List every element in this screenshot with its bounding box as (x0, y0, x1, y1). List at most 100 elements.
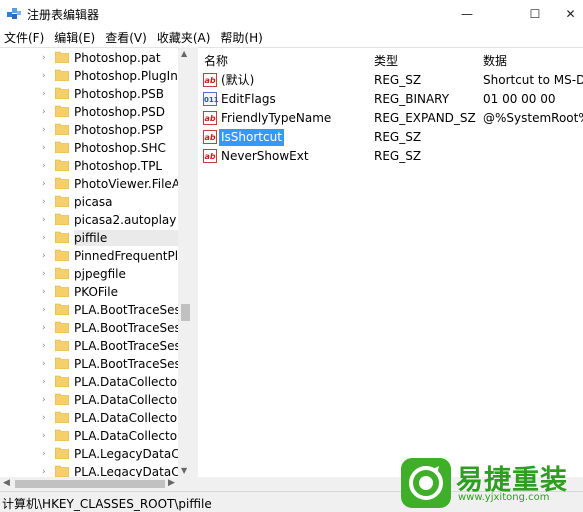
tree-item[interactable]: › piffile (0, 229, 178, 247)
value-row[interactable]: ab (默认) REG_SZ Shortcut to MS-DO (198, 71, 583, 90)
expand-chevron-icon[interactable]: › (42, 123, 52, 137)
tree-item[interactable]: › PLA.DataCollectorSe (0, 427, 178, 445)
tree-item-label: PLA.BootTraceSessi (74, 357, 178, 371)
menu-edit[interactable]: 编辑(E) (50, 29, 101, 46)
minimize-button[interactable]: — (444, 0, 490, 28)
registry-key-tree[interactable]: › Photoshop.pat › Photoshop.PlugIn › Photosho… (0, 47, 193, 477)
folder-icon (55, 141, 69, 153)
tree-item-label: Photoshop.pat (74, 51, 161, 65)
expand-chevron-icon[interactable]: › (42, 303, 52, 317)
tree-item-label: PLA.DataCollectorSe (74, 411, 178, 425)
tree-item[interactable]: › PLA.DataCollectorSe (0, 409, 178, 427)
scroll-down-icon[interactable]: ▼ (181, 466, 187, 475)
folder-icon (55, 267, 69, 279)
value-row[interactable]: 011 EditFlags REG_BINARY 01 00 00 00 (198, 90, 583, 109)
tree-item[interactable]: › PLA.BootTraceSessi (0, 301, 178, 319)
folder-icon (55, 285, 69, 297)
tree-item[interactable]: › PLA.LegacyDataColl (0, 445, 178, 463)
tree-item-label: Photoshop.PSD (74, 105, 165, 119)
tree-item[interactable]: › picasa (0, 193, 178, 211)
scroll-up-icon[interactable]: ▲ (181, 49, 187, 58)
column-header-data[interactable]: 数据 (483, 52, 507, 69)
tree-item[interactable]: › Photoshop.PSD (0, 103, 178, 121)
close-button[interactable]: ✕ (558, 0, 583, 28)
tree-item[interactable]: › picasa2.autoplay (0, 211, 178, 229)
tree-item[interactable]: › Photoshop.PSB (0, 85, 178, 103)
expand-chevron-icon[interactable]: › (42, 465, 52, 477)
maximize-button[interactable]: ☐ (512, 0, 558, 28)
expand-chevron-icon[interactable]: › (42, 393, 52, 407)
value-data: 01 00 00 00 (483, 92, 556, 106)
tree-item[interactable]: › PhotoViewer.FileAss (0, 175, 178, 193)
folder-icon (55, 123, 69, 135)
tree-item[interactable]: › PLA.BootTraceSessi (0, 337, 178, 355)
tree-hscroll-thumb[interactable] (15, 480, 165, 488)
expand-chevron-icon[interactable]: › (42, 321, 52, 335)
tree-item[interactable]: › Photoshop.SHC (0, 139, 178, 157)
tree-item[interactable]: › PLA.DataCollectorSe (0, 391, 178, 409)
column-header-name[interactable]: 名称 (204, 52, 228, 69)
tree-scroll-thumb[interactable] (181, 304, 190, 321)
string-value-icon: ab (203, 111, 217, 125)
expand-chevron-icon[interactable]: › (42, 267, 52, 281)
watermark-url: www.yjxitong.com (458, 492, 550, 503)
registry-values-list[interactable]: 名称 类型 数据 ab (默认) REG_SZ Shortcut to MS-DO 01… (198, 47, 583, 477)
expand-chevron-icon[interactable]: › (42, 429, 52, 443)
tree-horizontal-scrollbar[interactable]: ◀ ▶ (0, 477, 193, 491)
menu-view[interactable]: 查看(V) (101, 29, 153, 46)
string-value-icon: ab (203, 149, 217, 163)
expand-chevron-icon[interactable]: › (42, 231, 52, 245)
expand-chevron-icon[interactable]: › (42, 159, 52, 173)
menu-file[interactable]: 文件(F) (0, 29, 50, 46)
expand-chevron-icon[interactable]: › (42, 177, 52, 191)
scroll-left-icon[interactable]: ◀ (3, 478, 10, 488)
tree-item[interactable]: › PKOFile (0, 283, 178, 301)
tree-item-label: picasa2.autoplay (74, 213, 177, 227)
expand-chevron-icon[interactable]: › (42, 51, 52, 65)
column-header-type[interactable]: 类型 (374, 52, 398, 69)
expand-chevron-icon[interactable]: › (42, 195, 52, 209)
folder-icon (55, 51, 69, 63)
tree-item[interactable]: › PLA.DataCollectorSe (0, 373, 178, 391)
value-name: EditFlags (221, 92, 276, 106)
expand-chevron-icon[interactable]: › (42, 375, 52, 389)
tree-item[interactable]: › PLA.BootTraceSessi (0, 319, 178, 337)
folder-icon (55, 87, 69, 99)
expand-chevron-icon[interactable]: › (42, 285, 52, 299)
tree-item[interactable]: › PLA.LegacyDataColl (0, 463, 178, 477)
tree-item-label: piffile (74, 230, 178, 246)
tree-item[interactable]: › PLA.BootTraceSessi (0, 355, 178, 373)
folder-icon (55, 249, 69, 261)
tree-item[interactable]: › Photoshop.TPL (0, 157, 178, 175)
binary-value-icon: 011 (203, 92, 219, 106)
expand-chevron-icon[interactable]: › (42, 141, 52, 155)
tree-item[interactable]: › PinnedFrequentPlac (0, 247, 178, 265)
tree-item[interactable]: › pjpegfile (0, 265, 178, 283)
expand-chevron-icon[interactable]: › (42, 411, 52, 425)
menu-favorites[interactable]: 收藏夹(A) (153, 29, 217, 46)
expand-chevron-icon[interactable]: › (42, 213, 52, 227)
folder-icon (55, 177, 69, 189)
tree-vertical-scrollbar[interactable]: ▲ ▼ (178, 47, 193, 477)
expand-chevron-icon[interactable]: › (42, 105, 52, 119)
scroll-right-icon[interactable]: ▶ (168, 478, 175, 488)
menu-help[interactable]: 帮助(H) (216, 29, 268, 46)
value-row[interactable]: ab FriendlyTypeName REG_EXPAND_SZ @%SystemR… (198, 109, 583, 128)
expand-chevron-icon[interactable]: › (42, 87, 52, 101)
value-row[interactable]: ab NeverShowExt REG_SZ (198, 147, 583, 166)
tree-item[interactable]: › Photoshop.pat (0, 49, 178, 67)
expand-chevron-icon[interactable]: › (42, 69, 52, 83)
folder-icon (55, 429, 69, 441)
expand-chevron-icon[interactable]: › (42, 357, 52, 371)
tree-item[interactable]: › Photoshop.PlugIn (0, 67, 178, 85)
tree-item[interactable]: › Photoshop.PSP (0, 121, 178, 139)
expand-chevron-icon[interactable]: › (42, 447, 52, 461)
value-row[interactable]: ab IsShortcut REG_SZ (198, 128, 583, 147)
expand-chevron-icon[interactable]: › (42, 249, 52, 263)
folder-icon (55, 411, 69, 423)
folder-icon (55, 447, 69, 459)
status-path: 计算机\HKEY_CLASSES_ROOT\piffile (2, 497, 212, 511)
expand-chevron-icon[interactable]: › (42, 339, 52, 353)
tree-item-label: PLA.BootTraceSessi (74, 321, 178, 335)
tree-item-label: Photoshop.PlugIn (74, 69, 178, 83)
